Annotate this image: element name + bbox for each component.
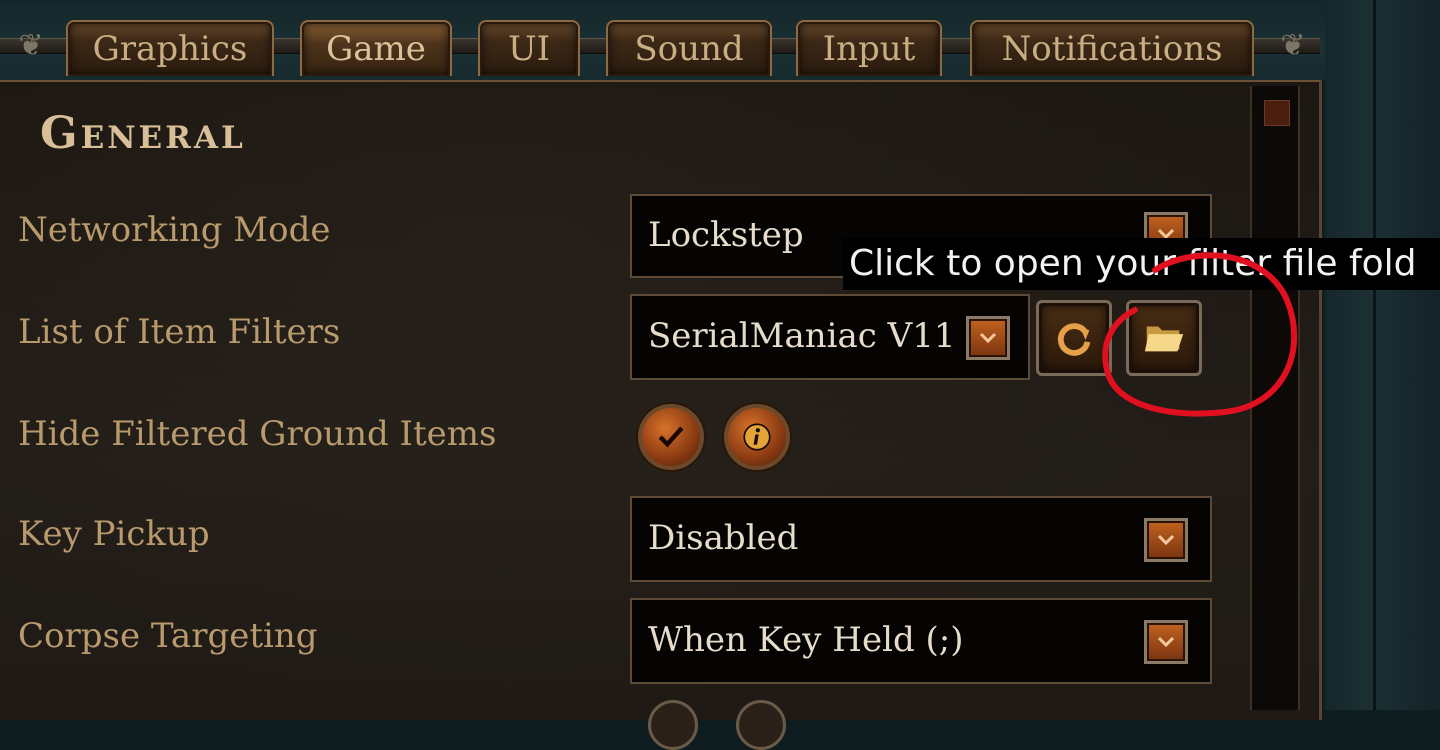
hide-filtered-info-button[interactable] — [724, 404, 790, 470]
left-ornament-icon: ❦ — [18, 28, 44, 63]
item-filter-value: SerialManiac V11 — [648, 316, 956, 356]
folder-tooltip: Click to open your filter file fold — [843, 238, 1440, 290]
key-pickup-value: Disabled — [648, 518, 799, 558]
networking-mode-value: Lockstep — [648, 215, 804, 255]
item-filter-dropdown[interactable]: SerialManiac V11 — [630, 294, 1030, 380]
partial-option-button[interactable] — [736, 700, 786, 750]
chevron-down-icon[interactable] — [1144, 620, 1188, 664]
corpse-targeting-value: When Key Held (;) — [648, 620, 964, 660]
info-icon — [743, 423, 771, 451]
tab-sound[interactable]: Sound — [606, 20, 772, 76]
hide-filtered-label: Hide Filtered Ground Items — [18, 414, 497, 454]
item-filters-label: List of Item Filters — [18, 312, 341, 352]
corpse-targeting-dropdown[interactable]: When Key Held (;) — [630, 598, 1212, 684]
right-ornament-icon: ❦ — [1280, 28, 1306, 63]
chevron-down-icon[interactable] — [1144, 518, 1188, 562]
tab-ui[interactable]: UI — [478, 20, 580, 76]
partial-option-button[interactable] — [648, 700, 698, 750]
section-title: General — [40, 108, 246, 159]
corpse-targeting-label: Corpse Targeting — [18, 616, 318, 656]
panel-scrollbar[interactable] — [1250, 86, 1300, 710]
folder-icon — [1144, 326, 1184, 352]
reload-filters-button[interactable] — [1036, 300, 1112, 376]
key-pickup-label: Key Pickup — [18, 514, 210, 554]
hide-filtered-checkbox[interactable] — [638, 404, 704, 470]
checkmark-icon — [658, 426, 684, 448]
key-pickup-dropdown[interactable]: Disabled — [630, 496, 1212, 582]
chevron-down-icon[interactable] — [966, 316, 1010, 360]
tab-graphics[interactable]: Graphics — [66, 20, 274, 76]
tab-notifications[interactable]: Notifications — [970, 20, 1254, 76]
refresh-icon — [1057, 323, 1091, 356]
tab-input[interactable]: Input — [796, 20, 942, 76]
tab-game[interactable]: Game — [300, 20, 452, 76]
networking-mode-label: Networking Mode — [18, 210, 331, 250]
right-background — [1325, 0, 1440, 710]
scrollbar-up-arrow[interactable] — [1264, 100, 1290, 126]
open-filter-folder-button[interactable] — [1126, 300, 1202, 376]
